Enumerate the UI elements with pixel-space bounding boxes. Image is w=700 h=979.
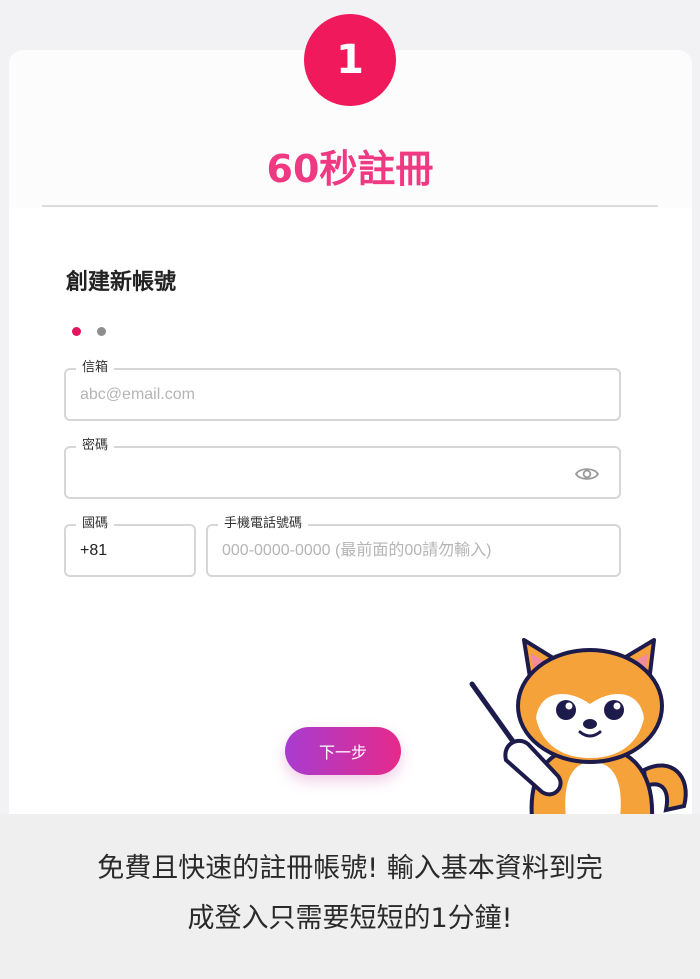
eye-icon[interactable] [575, 466, 599, 482]
shiba-dog-pointer-icon [469, 638, 688, 818]
footer-line-2: 成登入只需要短短的1分鐘! [187, 903, 513, 934]
email-field[interactable]: 信箱 [64, 359, 621, 421]
step-badge: 1 [304, 14, 396, 106]
password-input[interactable] [80, 448, 573, 497]
header-divider [42, 205, 658, 207]
step-number: 1 [336, 37, 364, 83]
footer-line-1: 免費且快速的註冊帳號! 輸入基本資料到完 [97, 853, 603, 884]
step-dot-inactive [97, 327, 106, 336]
step-dot-active [72, 327, 81, 336]
section-title: 創建新帳號 [66, 270, 177, 295]
page-title: 60秒註冊 [266, 147, 434, 191]
phone-input[interactable] [222, 526, 612, 575]
email-input[interactable] [80, 370, 573, 419]
phone-field[interactable]: 手機電話號碼 [206, 515, 621, 577]
next-button[interactable]: 下一步 [285, 727, 401, 775]
footer-banner: 免費且快速的註冊帳號! 輸入基本資料到完 成登入只需要短短的1分鐘! [0, 814, 700, 979]
country-code-value[interactable]: +81 [80, 526, 107, 575]
footer-description: 免費且快速的註冊帳號! 輸入基本資料到完 成登入只需要短短的1分鐘! [40, 844, 660, 944]
country-code-field[interactable]: 國碼 +81 [64, 515, 196, 577]
password-field[interactable]: 密碼 [64, 437, 621, 499]
